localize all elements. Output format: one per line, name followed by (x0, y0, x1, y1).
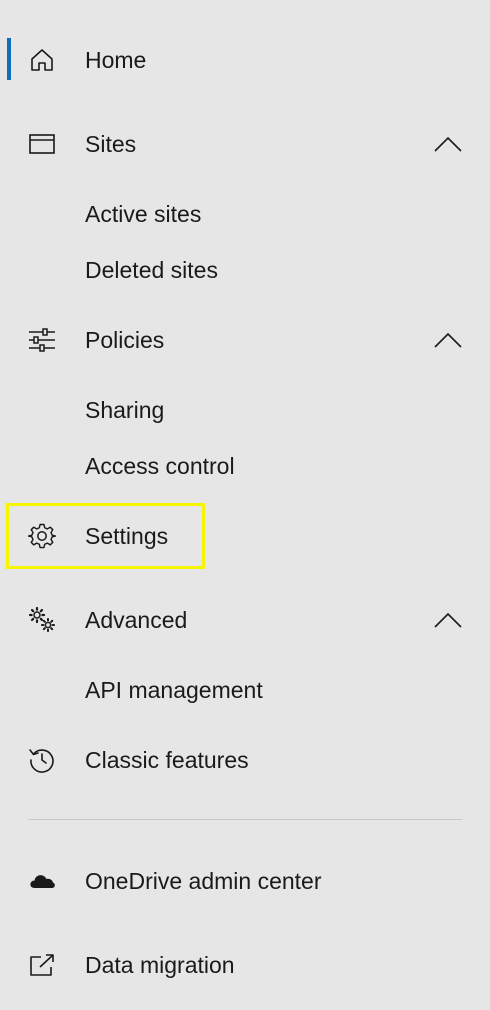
nav-item-label: Classic features (85, 747, 249, 773)
nav-subitem-label: API management (85, 677, 263, 703)
nav-subitem-label: Active sites (85, 201, 202, 227)
gear-icon (28, 522, 56, 550)
home-icon (28, 46, 56, 74)
nav-subitem-deleted-sites[interactable]: Deleted sites (0, 245, 490, 295)
nav-subitem-access-control[interactable]: Access control (0, 441, 490, 491)
nav-subitem-active-sites[interactable]: Active sites (0, 189, 490, 239)
nav-item-label: Sites (85, 131, 137, 157)
nav-subitem-label: Deleted sites (85, 257, 218, 283)
nav-item-label: Settings (85, 523, 169, 549)
gears-icon (28, 606, 56, 634)
nav-item-label: Policies (85, 327, 165, 353)
nav-item-label: OneDrive admin center (85, 868, 322, 894)
nav-item-sites[interactable]: Sites (0, 114, 490, 174)
nav-item-label: Advanced (85, 607, 188, 633)
nav-item-label: Home (85, 47, 147, 73)
nav-item-settings[interactable]: Settings (0, 506, 490, 566)
divider (28, 819, 462, 820)
nav-item-home[interactable]: Home (0, 30, 490, 90)
chevron-up-icon[interactable] (432, 328, 464, 352)
nav-item-label: Data migration (85, 952, 235, 978)
nav-item-onedrive-admin-center[interactable]: OneDrive admin center (0, 851, 490, 911)
history-icon (28, 746, 56, 774)
sliders-icon (28, 326, 56, 354)
browser-window-icon (28, 130, 56, 158)
nav-subitem-label: Sharing (85, 397, 165, 423)
cloud-icon (28, 867, 56, 895)
nav-item-policies[interactable]: Policies (0, 310, 490, 370)
nav-item-classic-features[interactable]: Classic features (0, 730, 490, 790)
nav-item-advanced[interactable]: Advanced (0, 590, 490, 650)
nav-subitem-sharing[interactable]: Sharing (0, 385, 490, 435)
nav-subitem-api-management[interactable]: API management (0, 665, 490, 715)
nav-item-data-migration[interactable]: Data migration (0, 935, 490, 995)
external-link-icon (28, 951, 56, 979)
chevron-up-icon[interactable] (432, 608, 464, 632)
chevron-up-icon[interactable] (432, 132, 464, 156)
left-navigation: Home Sites Active sites Deleted sites Po… (0, 0, 490, 1010)
nav-subitem-label: Access control (85, 453, 235, 479)
